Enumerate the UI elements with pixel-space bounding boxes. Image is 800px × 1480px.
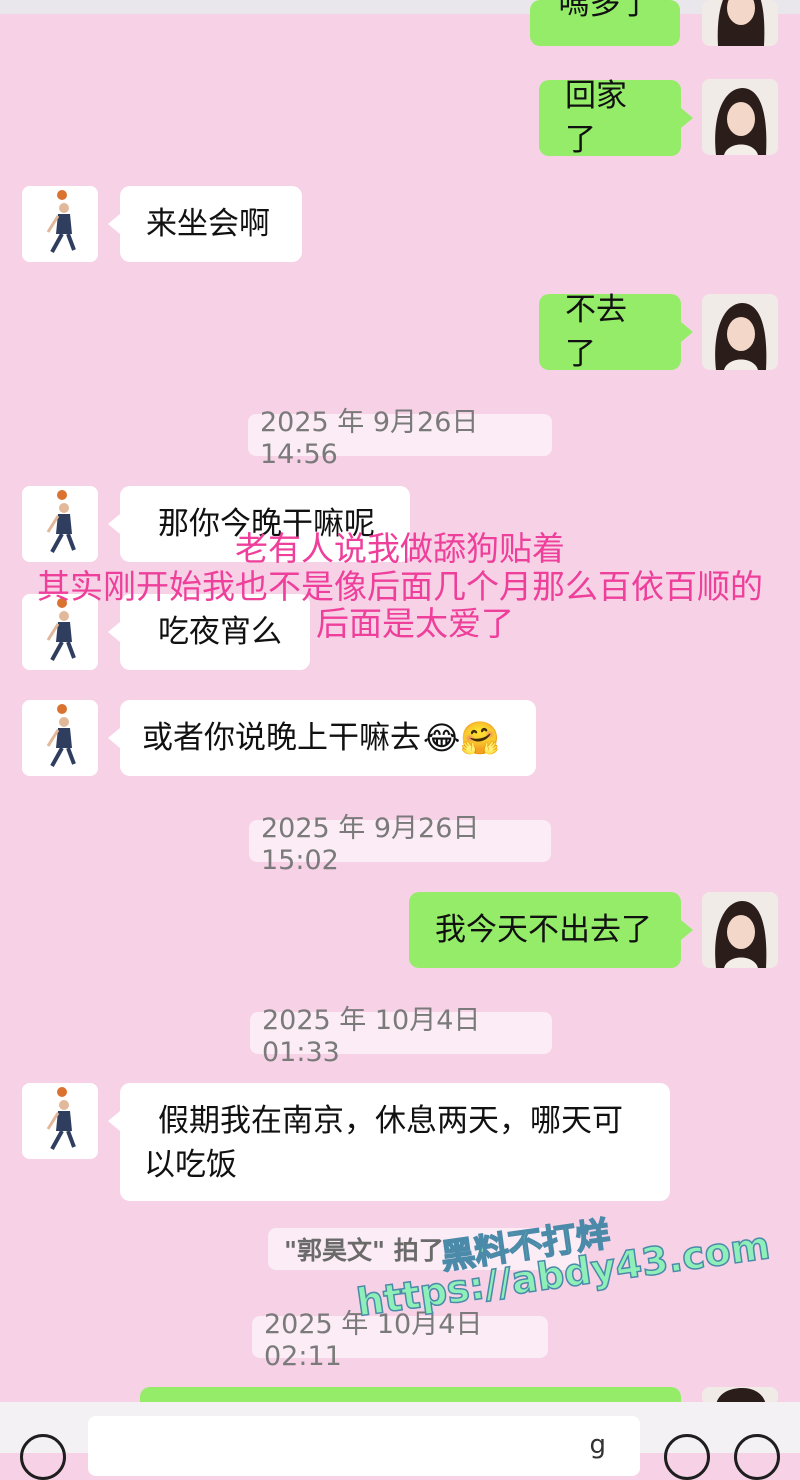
hugging-face-emoji-icon: 🤗	[460, 719, 501, 757]
chat-input-bar: g	[0, 1402, 800, 1480]
overlay-caption-line2: 其实刚开始我也不是像后面几个月那么百依百顺的	[37, 567, 763, 606]
basketball-player-icon	[22, 186, 98, 262]
tears-of-joy-emoji-icon: 😂	[423, 719, 461, 757]
message-bubble-sent[interactable]: 回家了	[539, 78, 693, 158]
message-text: 嗎多了	[558, 0, 652, 22]
voice-icon[interactable]	[20, 1434, 66, 1480]
basketball-player-icon	[22, 1083, 98, 1159]
timestamp: 2025 年 9月26日 15:02	[249, 813, 551, 876]
basketball-player-icon	[22, 700, 98, 776]
message-text: 或者你说晚上干嘛去	[142, 720, 421, 756]
contact-avatar[interactable]	[22, 700, 98, 776]
message-text: 来坐会啊	[146, 206, 270, 242]
woman-portrait-icon	[702, 0, 778, 46]
overlay-caption-line1: 老有人说我做舔狗贴着	[235, 529, 565, 568]
input-cursor-glyph: g	[589, 1430, 606, 1460]
message-bubble-sent[interactable]: 嗎多了	[530, 0, 680, 46]
my-avatar[interactable]	[702, 79, 778, 155]
woman-portrait-icon	[702, 294, 778, 370]
my-avatar[interactable]	[702, 892, 778, 968]
woman-portrait-icon	[702, 79, 778, 155]
contact-avatar[interactable]	[22, 1083, 98, 1159]
message-input[interactable]: g	[88, 1416, 640, 1476]
my-avatar[interactable]	[702, 294, 778, 370]
timestamp: 2025 年 10月4日 01:33	[250, 1005, 552, 1068]
message-bubble-received[interactable]: 或者你说晚上干嘛去 😂 🤗	[108, 700, 536, 776]
woman-portrait-icon	[702, 892, 778, 968]
add-icon[interactable]	[734, 1434, 780, 1480]
timestamp: 2025 年 9月26日 14:56	[248, 407, 552, 470]
message-text: 回家了	[565, 78, 627, 158]
contact-avatar[interactable]	[22, 186, 98, 262]
timestamp: 2025 年 10月4日 02:11	[252, 1309, 548, 1372]
message-bubble-received[interactable]: 来坐会啊	[108, 186, 302, 262]
status-strip	[0, 0, 800, 14]
overlay-caption-line3: 后面是太爱了	[316, 604, 514, 643]
message-text: 我今天不出去了	[435, 912, 652, 948]
my-avatar[interactable]	[702, 0, 778, 46]
message-text-line: 假期我在南京，休息两天，哪天可	[158, 1103, 623, 1139]
message-text-line: 以吃饭	[144, 1147, 237, 1183]
message-bubble-received[interactable]: 假期我在南京，休息两天，哪天可 以吃饭	[108, 1083, 670, 1201]
message-text: 不去了	[565, 292, 627, 372]
message-bubble-sent[interactable]: 我今天不出去了	[409, 892, 693, 968]
emoji-icon[interactable]	[664, 1434, 710, 1480]
message-bubble-sent[interactable]: 不去了	[539, 292, 693, 372]
